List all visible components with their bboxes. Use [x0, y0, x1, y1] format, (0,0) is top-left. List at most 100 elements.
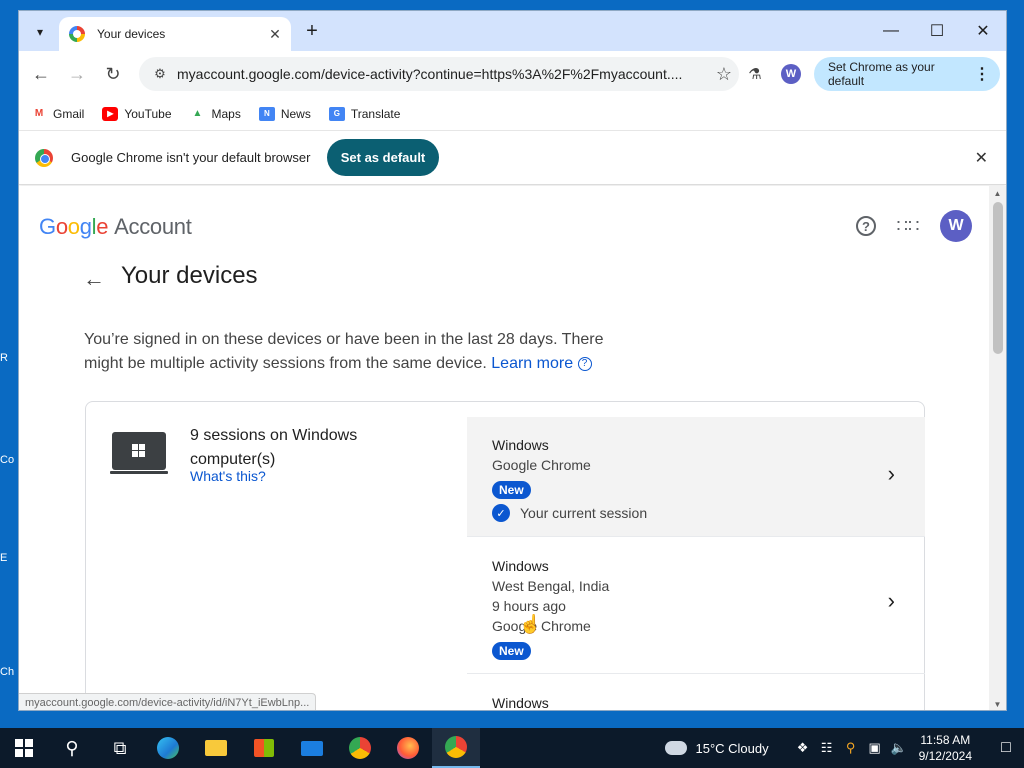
youtube-icon: ▶ — [102, 106, 119, 121]
tab-your-devices[interactable]: Your devices ✕ — [59, 17, 291, 51]
labs-flask-icon[interactable]: ⚗ — [745, 64, 765, 84]
close-infobar-icon[interactable]: ✕ — [975, 148, 988, 168]
search-button[interactable]: ⚲ — [48, 728, 96, 768]
learn-more-link[interactable]: Learn more — [491, 355, 573, 372]
translate-icon: G — [328, 106, 345, 121]
file-explorer-taskbar-button[interactable] — [192, 728, 240, 768]
bookmark-label: Gmail — [53, 106, 85, 121]
cloud-icon — [665, 741, 688, 755]
windows-taskbar: ⚲ ⧉ 15°C Cloudy ❖ ☷ ⚲ ▣ 🔈 11:58 AM 9/12/… — [0, 728, 1024, 768]
system-tray: 15°C Cloudy ❖ ☷ ⚲ ▣ 🔈 11:58 AM 9/12/2024… — [665, 728, 1024, 768]
search-icon: ⚲ — [65, 737, 79, 758]
reload-button[interactable]: ↻ — [101, 62, 125, 86]
tab-search-button[interactable]: ▾ — [27, 19, 53, 45]
tray-key-icon[interactable]: ⚲ — [839, 740, 863, 756]
tray-app-icon[interactable]: ❖ — [791, 740, 815, 756]
apps-grid-icon[interactable]: ∷∷ — [896, 214, 920, 238]
bookmark-translate[interactable]: G Translate — [328, 106, 401, 121]
back-button[interactable]: ← — [29, 62, 53, 86]
mail-taskbar-button[interactable] — [288, 728, 336, 768]
google-account-logo[interactable]: Google Account — [39, 214, 192, 240]
page-title: Your devices — [121, 262, 258, 289]
scroll-up-arrow-icon[interactable]: ▲ — [989, 189, 1006, 198]
help-button[interactable]: ? — [854, 214, 878, 238]
account-avatar[interactable]: W — [940, 210, 972, 242]
set-default-chip[interactable]: Set Chrome as your default ⋮ — [814, 57, 1000, 91]
chrome-window: ▾ Your devices ✕ + — ☐ ✕ ← → ↻ ⚙ myaccou… — [18, 10, 1007, 711]
store-taskbar-button[interactable] — [240, 728, 288, 768]
volume-muted-icon[interactable]: 🔈 — [887, 740, 911, 756]
help-circle-icon[interactable]: ? — [577, 356, 592, 371]
whats-this-link[interactable]: What's this? — [190, 468, 266, 484]
clock-time: 11:58 AM — [920, 733, 971, 747]
new-tab-button[interactable]: + — [301, 20, 323, 42]
page-description: You’re signed in on these devices or hav… — [84, 328, 644, 376]
task-view-button[interactable]: ⧉ — [96, 728, 144, 768]
chevron-down-icon: ▾ — [36, 25, 44, 39]
chrome-icon — [349, 737, 371, 759]
close-tab-icon[interactable]: ✕ — [265, 26, 285, 43]
url-text[interactable]: myaccount.google.com/device-activity?con… — [177, 66, 709, 82]
weather-text: 15°C Cloudy — [695, 740, 769, 756]
bookmark-youtube[interactable]: ▶ YouTube — [102, 106, 172, 121]
close-window-button[interactable]: ✕ — [968, 19, 998, 43]
session-row[interactable]: Windows Google Chrome New ✓ Your current… — [467, 417, 925, 537]
site-info-icon[interactable]: ⚙ — [147, 66, 173, 82]
windows-logo-icon — [132, 444, 145, 457]
google-favicon-icon — [69, 26, 85, 42]
bookmark-maps[interactable]: ▲ Maps — [190, 107, 241, 121]
session-row[interactable]: Windows West Bengal, India 9 hours ago G… — [467, 538, 925, 674]
news-icon: N — [258, 106, 275, 121]
chrome-taskbar-button[interactable] — [336, 728, 384, 768]
new-badge: New — [492, 642, 531, 660]
bookmarks-bar: M Gmail ▶ YouTube ▲ Maps N News G Translate — [19, 97, 1006, 131]
session-device: Windows — [492, 437, 549, 453]
mail-icon — [301, 740, 323, 756]
weather-widget[interactable]: 15°C Cloudy — [665, 740, 769, 756]
scrollbar-thumb[interactable] — [993, 202, 1003, 354]
address-bar[interactable]: ⚙ myaccount.google.com/device-activity?c… — [139, 57, 739, 91]
chrome-profile-taskbar-button[interactable] — [432, 728, 480, 768]
maximize-button[interactable]: ☐ — [922, 19, 952, 43]
clock[interactable]: 11:58 AM 9/12/2024 — [919, 732, 972, 764]
edge-taskbar-button[interactable] — [144, 728, 192, 768]
scroll-down-arrow-icon[interactable]: ▼ — [989, 700, 1006, 709]
forward-button[interactable]: → — [65, 62, 89, 86]
windows-logo-icon — [15, 739, 33, 757]
gmail-icon: M — [34, 108, 44, 119]
bookmark-label: Translate — [350, 106, 401, 121]
bookmark-gmail[interactable]: M Gmail — [31, 106, 85, 121]
session-device: Windows — [492, 695, 549, 711]
set-as-default-button[interactable]: Set as default — [327, 139, 439, 176]
bookmark-label: News — [280, 106, 311, 121]
tray-network-icon[interactable]: ☷ — [815, 740, 839, 756]
firefox-taskbar-button[interactable] — [384, 728, 432, 768]
notifications-icon[interactable]: □ — [988, 739, 1024, 757]
firefox-icon — [397, 737, 419, 759]
device-group-title: 9 sessions on Windows computer(s) — [190, 427, 358, 468]
new-badge: New — [492, 481, 531, 499]
menu-dots-icon[interactable]: ⋮ — [974, 64, 990, 84]
bookmark-star-icon[interactable]: ☆ — [709, 64, 739, 85]
infobar-message: Google Chrome isn't your default browser — [71, 150, 311, 165]
maps-icon: ▲ — [192, 108, 203, 119]
minimize-button[interactable]: — — [876, 19, 906, 43]
bookmark-news[interactable]: N News — [258, 106, 311, 121]
desktop-icon-label-fragment: E — [0, 552, 8, 564]
back-arrow-icon[interactable]: ← — [83, 266, 105, 292]
session-browser: Google Chrome — [492, 618, 591, 634]
network-icon[interactable]: ▣ — [863, 740, 887, 756]
chrome-logo-icon — [35, 149, 53, 167]
start-button[interactable] — [0, 728, 48, 768]
profile-avatar[interactable]: W — [781, 64, 801, 84]
set-default-chip-label: Set Chrome as your default — [828, 60, 935, 88]
vertical-scrollbar[interactable]: ▲ ▼ — [989, 186, 1006, 710]
chrome-profile-icon — [445, 736, 467, 758]
folder-icon — [205, 740, 227, 756]
desktop-icon-label-fragment: Ch — [0, 666, 15, 678]
desktop-icon-label-fragment: R — [0, 352, 8, 364]
default-browser-infobar: Google Chrome isn't your default browser… — [19, 131, 1006, 185]
store-icon — [254, 739, 274, 757]
session-row[interactable]: Windows — [467, 675, 925, 711]
google-wordmark: Google — [39, 214, 109, 239]
